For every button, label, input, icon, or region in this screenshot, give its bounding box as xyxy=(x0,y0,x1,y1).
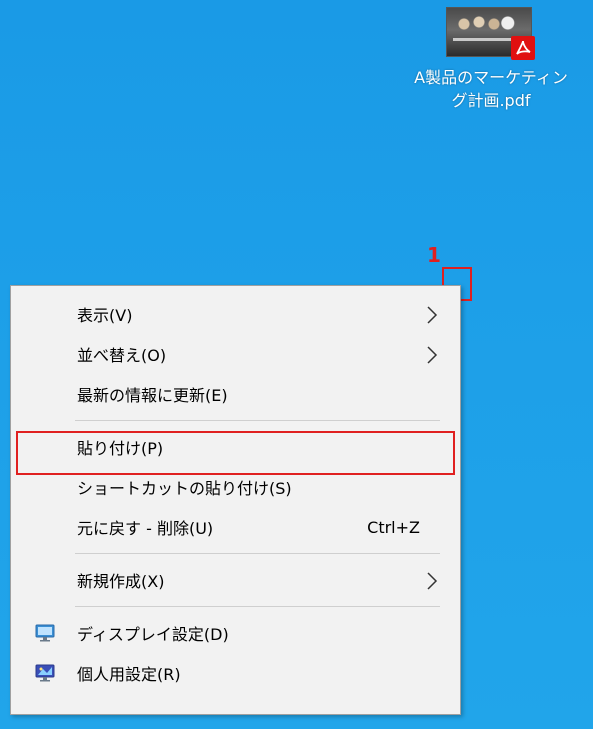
menu-separator xyxy=(75,606,440,607)
file-name-line-1: A製品のマーケティン xyxy=(414,68,568,87)
file-name-line-2: グ計画.pdf xyxy=(451,91,531,110)
acrobat-badge-icon xyxy=(511,36,535,60)
chevron-right-icon xyxy=(427,572,438,590)
monitor-icon xyxy=(35,624,55,642)
menu-item-personalize[interactable]: 個人用設定(R) xyxy=(11,653,460,693)
chevron-right-icon xyxy=(427,306,438,324)
menu-item-label: 個人用設定(R) xyxy=(77,665,181,684)
menu-item-label: 元に戻す - 削除(U) xyxy=(77,519,214,538)
menu-item-undo[interactable]: 元に戻す - 削除(U) Ctrl+Z xyxy=(11,507,460,547)
chevron-right-icon xyxy=(427,346,438,364)
menu-item-display-settings[interactable]: ディスプレイ設定(D) xyxy=(11,613,460,653)
menu-item-view[interactable]: 表示(V) xyxy=(11,294,460,334)
step-1-number: 1 xyxy=(427,243,441,267)
menu-item-label: 最新の情報に更新(E) xyxy=(77,386,228,405)
menu-item-refresh[interactable]: 最新の情報に更新(E) xyxy=(11,374,460,414)
paste-highlight-box xyxy=(16,431,455,475)
menu-item-label: 新規作成(X) xyxy=(77,572,165,591)
undo-shortcut-text: Ctrl+Z xyxy=(367,517,420,537)
menu-separator xyxy=(75,553,440,554)
personalize-monitor-icon xyxy=(35,664,55,682)
menu-item-new[interactable]: 新規作成(X) xyxy=(11,560,460,600)
menu-item-label: 並べ替え(O) xyxy=(77,346,167,365)
thumbnail-stripe xyxy=(453,38,517,41)
menu-item-label: ディスプレイ設定(D) xyxy=(77,625,229,644)
desktop-file-icon[interactable]: A製品のマーケティン グ計画.pdf xyxy=(398,8,584,112)
menu-item-sort[interactable]: 並べ替え(O) xyxy=(11,334,460,374)
menu-item-label: ショートカットの貼り付け(S) xyxy=(77,479,292,498)
desktop-context-menu: 表示(V) 並べ替え(O) 最新の情報に更新(E) 貼り付け(P) ショートカッ… xyxy=(10,285,461,715)
thumbnail-photo xyxy=(455,14,515,34)
menu-separator xyxy=(75,420,440,421)
pdf-file-icon xyxy=(447,8,535,60)
menu-item-label: 表示(V) xyxy=(77,306,133,325)
